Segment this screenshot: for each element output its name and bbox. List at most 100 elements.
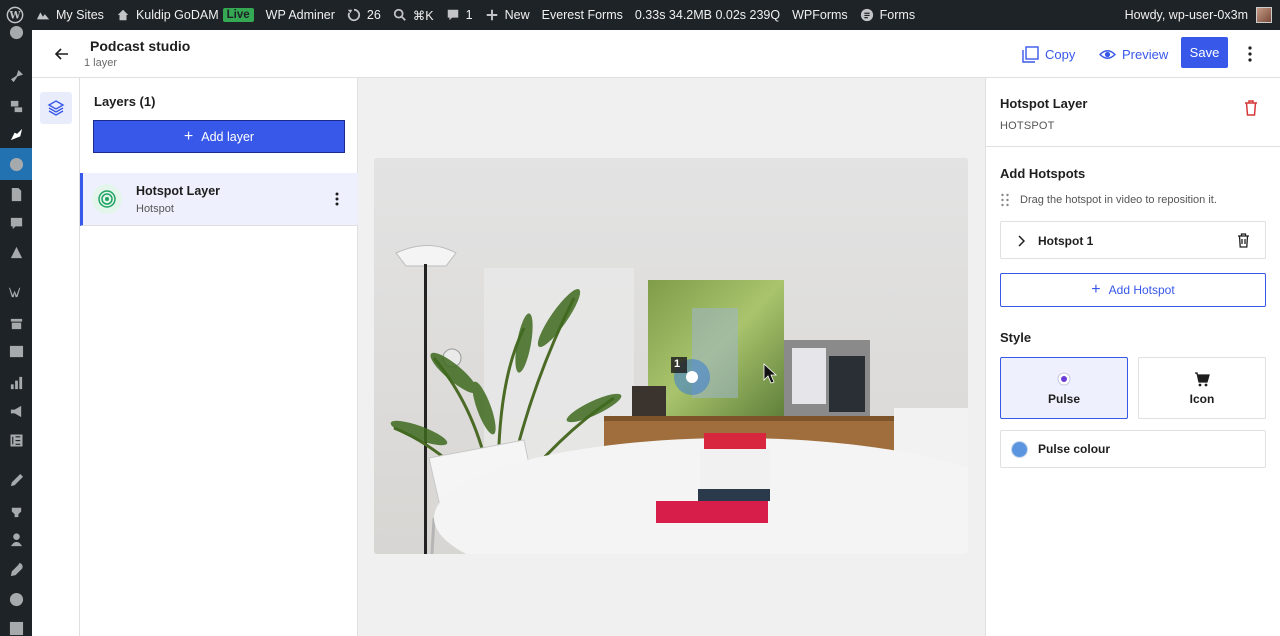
- pulse-radio-icon: [1057, 370, 1071, 388]
- comment-icon: [447, 9, 458, 21]
- media-icon[interactable]: [8, 97, 24, 113]
- hotspot-target-icon: [92, 184, 122, 214]
- hotspot-item[interactable]: Hotspot 1: [1000, 221, 1266, 259]
- back-button[interactable]: [52, 44, 72, 64]
- preview-button[interactable]: Preview: [1099, 42, 1168, 66]
- my-sites-icon: [36, 12, 50, 20]
- drag-hint: Drag the hotspot in video to reposition …: [1000, 193, 1217, 207]
- wp-adminer-link[interactable]: WP Adminer: [260, 0, 341, 30]
- copy-icon: [1022, 45, 1039, 63]
- plugins-icon[interactable]: [8, 502, 24, 518]
- settings-divider: [986, 146, 1280, 147]
- add-layer-button[interactable]: + Add layer: [93, 120, 345, 153]
- layer-options-button[interactable]: [333, 190, 341, 208]
- cart-icon: [1194, 370, 1210, 388]
- updates-count: 26: [366, 8, 381, 22]
- plus-icon: [486, 9, 497, 21]
- tools-icon[interactable]: [8, 561, 24, 577]
- video-preview[interactable]: 1: [374, 158, 968, 554]
- kebab-menu-icon: [335, 192, 339, 206]
- copy-button[interactable]: Copy: [1022, 42, 1075, 66]
- avatar: [1256, 7, 1272, 23]
- payments-icon[interactable]: [8, 343, 24, 359]
- users-icon[interactable]: [8, 531, 24, 547]
- plus-icon: +: [183, 127, 194, 145]
- arrow-left-icon: [54, 48, 68, 60]
- hotspot-item-label: Hotspot 1: [1038, 234, 1094, 248]
- updates-menu[interactable]: 26: [341, 0, 387, 30]
- wpforms-menu[interactable]: WPForms: [786, 0, 854, 30]
- marketing-icon[interactable]: [8, 403, 24, 419]
- layers-title: Layers (1): [94, 94, 156, 109]
- settings-layer-type: HOTSPOT: [1000, 120, 1055, 132]
- style-option-icon[interactable]: Icon: [1138, 357, 1266, 419]
- woocommerce-icon[interactable]: [8, 283, 24, 299]
- delete-hotspot-button[interactable]: [1237, 233, 1250, 253]
- products-icon[interactable]: [8, 315, 24, 331]
- feedback-icon[interactable]: [8, 244, 24, 260]
- style-option-label: Pulse: [1047, 392, 1080, 406]
- appearance-icon[interactable]: [8, 472, 24, 488]
- add-hotspots-heading: Add Hotspots: [1000, 166, 1086, 181]
- trash-icon: [1238, 233, 1249, 248]
- command-shortcut: ⌘K: [412, 8, 434, 23]
- add-hotspot-label: Add Hotspot: [1108, 283, 1175, 297]
- save-button[interactable]: Save: [1181, 37, 1228, 68]
- posts-icon[interactable]: [8, 68, 24, 84]
- settings-title: Hotspot Layer: [1000, 96, 1088, 111]
- command-palette-button[interactable]: ⌘K: [387, 0, 440, 30]
- query-monitor-menu[interactable]: 0.33s 34.2MB 0.02s 239Q: [629, 0, 786, 30]
- dashboard-icon[interactable]: [8, 24, 24, 40]
- layers-panel-toggle[interactable]: [40, 92, 72, 124]
- pulse-colour-label: Pulse colour: [1038, 442, 1111, 456]
- drag-hint-text: Drag the hotspot in video to reposition …: [1020, 194, 1217, 206]
- add-hotspot-button[interactable]: + Add Hotspot: [1000, 273, 1266, 307]
- my-sites-label: My Sites: [56, 8, 104, 22]
- editor-icon-rail: [32, 78, 80, 636]
- search-icon: [393, 8, 406, 21]
- forms-menu[interactable]: Forms: [854, 0, 921, 30]
- svg-text:W: W: [8, 11, 21, 22]
- pages-icon[interactable]: [8, 186, 24, 202]
- elementor-icon[interactable]: [8, 432, 24, 448]
- podcast-studio-video-frame: [374, 158, 968, 554]
- everest-forms-menu[interactable]: Everest Forms: [536, 0, 629, 30]
- chevron-right-icon: [1018, 235, 1025, 247]
- wpforms-label: WPForms: [792, 8, 848, 22]
- style-option-pulse[interactable]: Pulse: [1000, 357, 1128, 419]
- style-heading: Style: [1000, 330, 1032, 345]
- delete-layer-button[interactable]: [1244, 100, 1258, 116]
- my-sites-menu[interactable]: My Sites: [30, 0, 110, 30]
- forms-icon: [860, 8, 873, 22]
- hotspot-number-label[interactable]: 1: [674, 358, 680, 370]
- plus-icon: +: [1091, 281, 1101, 298]
- godam-icon[interactable]: [8, 126, 24, 142]
- account-menu[interactable]: Howdy, wp-user-0x3m: [1125, 0, 1272, 30]
- wp-adminer-label: WP Adminer: [265, 8, 335, 22]
- site-name-menu[interactable]: Kuldip GoDAM Live: [110, 0, 260, 30]
- layer-type: Hotspot: [136, 203, 174, 215]
- forms-label: Forms: [879, 8, 916, 22]
- layer-count: 1 layer: [84, 57, 118, 69]
- home-icon: [117, 9, 129, 21]
- comments-count: 1: [465, 8, 473, 22]
- style-option-label: Icon: [1189, 392, 1215, 406]
- collapse-menu-icon[interactable]: [8, 620, 24, 636]
- settings-icon[interactable]: [8, 591, 24, 607]
- everest-forms-label: Everest Forms: [541, 8, 623, 22]
- forms-menu-icon[interactable]: [8, 156, 24, 172]
- pulse-colour-picker[interactable]: Pulse colour: [1000, 430, 1266, 468]
- comments-menu-icon[interactable]: [8, 215, 24, 231]
- admin-bar: W My Sites Kuldip GoDAM Live WP Adminer …: [0, 0, 1280, 30]
- comments-menu[interactable]: 1: [440, 0, 479, 30]
- pulse-colour-swatch: [1011, 441, 1028, 458]
- layers-icon: [47, 100, 65, 116]
- layer-list-item[interactable]: Hotspot Layer Hotspot: [80, 173, 358, 226]
- kebab-menu-icon: [1248, 46, 1252, 62]
- editor-canvas: 1: [358, 78, 985, 636]
- more-options-button[interactable]: [1244, 44, 1256, 64]
- page-title: Podcast studio: [90, 38, 191, 54]
- layer-name: Hotspot Layer: [136, 184, 221, 198]
- new-content-menu[interactable]: New: [479, 0, 536, 30]
- analytics-icon[interactable]: [8, 374, 24, 390]
